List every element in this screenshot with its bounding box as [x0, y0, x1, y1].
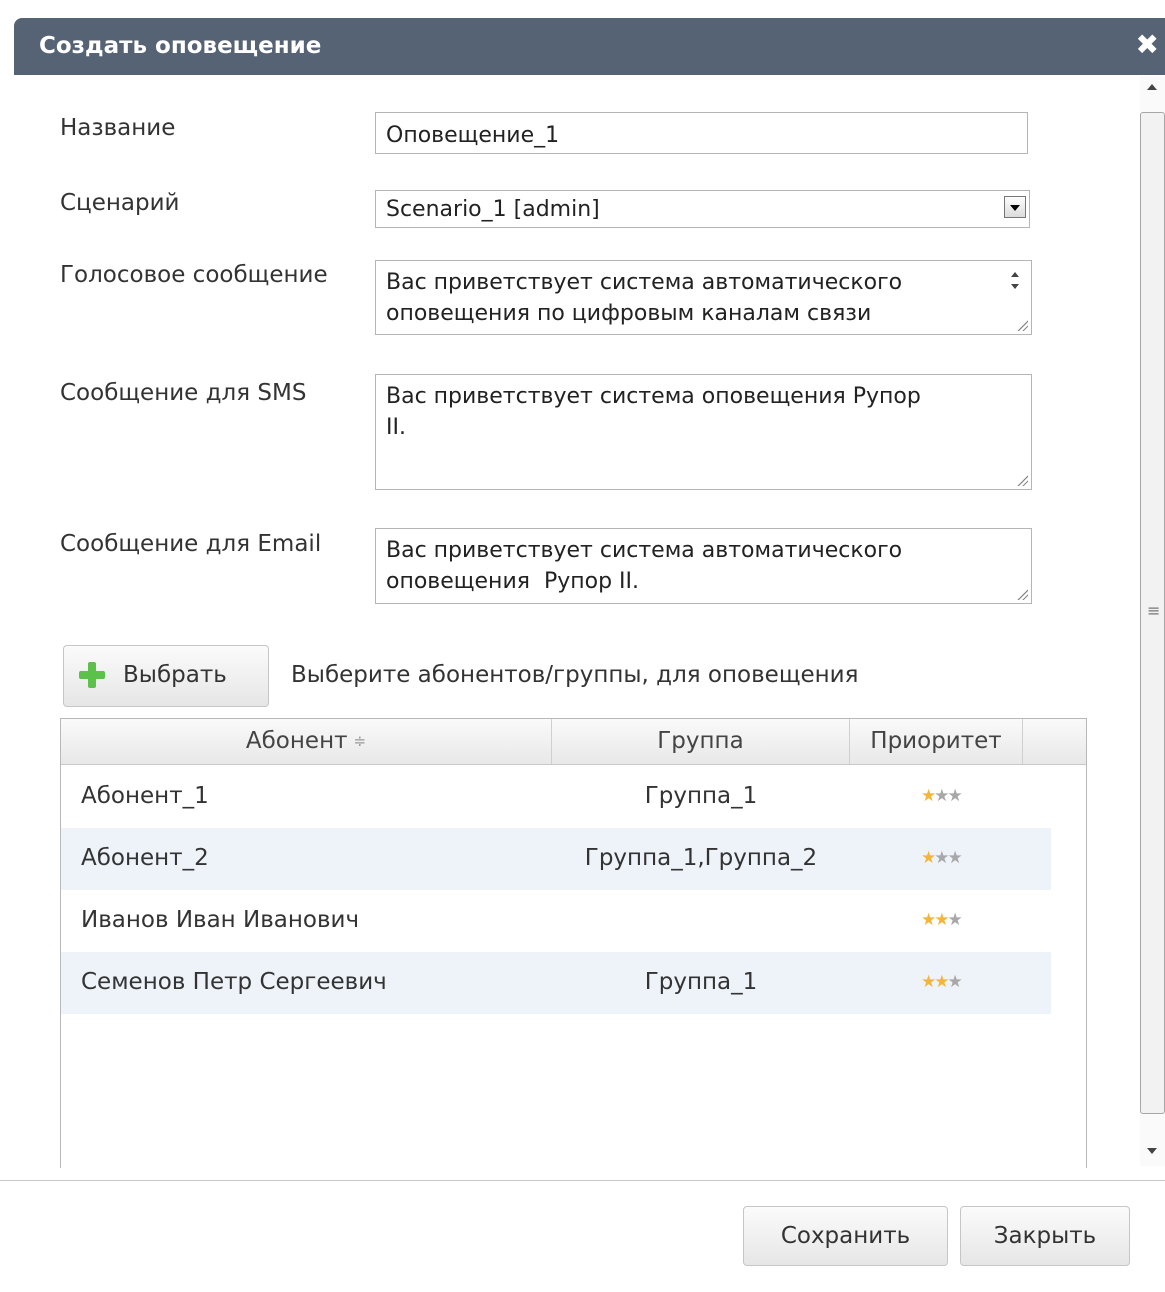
- table-row[interactable]: Абонент_2 Группа_1,Группа_2 ★★★: [61, 828, 1051, 890]
- dialog-titlebar: Создать оповещение ✖: [14, 18, 1165, 75]
- scenario-select[interactable]: Scenario_1 [admin]: [375, 190, 1030, 228]
- star-empty-icon: ★: [947, 910, 963, 930]
- vertical-scrollbar[interactable]: ≡: [1140, 76, 1165, 1166]
- star-filled-icon: ★: [921, 972, 936, 992]
- subscribers-grid: Абонент ≑ Группа Приоритет Абонент_1 Групп…: [60, 718, 1087, 1168]
- email-message-label: Сообщение для Email: [60, 531, 322, 557]
- name-input-value: Оповещение_1: [386, 123, 560, 148]
- star-filled-icon: ★: [934, 972, 949, 992]
- star-empty-icon: ★: [934, 786, 949, 806]
- group-cell: Группа_1: [644, 969, 758, 995]
- scenario-label: Сценарий: [60, 190, 180, 216]
- table-row[interactable]: Иванов Иван Иванович ★★★: [61, 890, 1051, 952]
- chevron-up-icon[interactable]: [1011, 272, 1019, 277]
- priority-stars: ★★★: [921, 972, 963, 992]
- star-filled-icon: ★: [921, 786, 936, 806]
- name-input[interactable]: Оповещение_1: [375, 112, 1028, 154]
- sort-icon[interactable]: ≑: [354, 732, 367, 750]
- star-empty-icon: ★: [947, 972, 963, 992]
- table-row[interactable]: Абонент_1 Группа_1 ★★★: [61, 766, 1051, 828]
- chevron-down-icon[interactable]: [1004, 196, 1026, 218]
- sms-message-value: Вас приветствует система оповещения Рупо…: [386, 384, 921, 440]
- select-button-label: Выбрать: [123, 662, 227, 688]
- voice-message-label: Голосовое сообщение: [60, 262, 328, 288]
- plus-icon: [79, 662, 105, 688]
- sms-message-label: Сообщение для SMS: [60, 380, 307, 406]
- subscriber-cell: Семенов Петр Сергеевич: [81, 969, 387, 995]
- scroll-grip-icon: ≡: [1147, 601, 1161, 620]
- scenario-select-value: Scenario_1 [admin]: [386, 197, 600, 222]
- email-message-value: Вас приветствует система автоматического…: [386, 538, 903, 594]
- resize-handle-icon[interactable]: [1016, 588, 1028, 600]
- footer-divider: [0, 1180, 1165, 1181]
- column-header-priority[interactable]: Приоритет: [850, 719, 1023, 764]
- voice-message-textarea[interactable]: Вас приветствует система автоматического…: [375, 260, 1032, 335]
- subscriber-cell: Абонент_1: [81, 783, 209, 809]
- voice-message-value: Вас приветствует система автоматического…: [386, 270, 903, 326]
- column-header-subscriber-label: Абонент: [245, 728, 348, 754]
- close-icon[interactable]: ✖: [1136, 28, 1159, 62]
- textarea-scroll-arrows[interactable]: [1005, 264, 1027, 296]
- priority-stars: ★★★: [921, 848, 963, 868]
- dialog-title: Создать оповещение: [39, 33, 322, 59]
- select-subscribers-button[interactable]: Выбрать: [63, 645, 269, 707]
- name-label: Название: [60, 115, 176, 141]
- star-filled-icon: ★: [921, 910, 936, 930]
- grid-header: Абонент ≑ Группа Приоритет: [61, 719, 1086, 765]
- star-filled-icon: ★: [921, 848, 936, 868]
- create-alert-dialog: Создать оповещение ✖ ≡ Название Оповещен…: [0, 0, 1165, 1292]
- scroll-up-arrow-icon[interactable]: [1147, 84, 1157, 90]
- scrollbar-thumb[interactable]: ≡: [1140, 112, 1165, 1114]
- sms-message-textarea[interactable]: Вас приветствует система оповещения Рупо…: [375, 374, 1032, 490]
- chevron-down-icon[interactable]: [1011, 284, 1019, 289]
- column-header-group[interactable]: Группа: [552, 719, 850, 764]
- group-cell: Группа_1,Группа_2: [584, 845, 818, 871]
- star-empty-icon: ★: [934, 848, 949, 868]
- star-empty-icon: ★: [947, 786, 963, 806]
- star-empty-icon: ★: [947, 848, 963, 868]
- close-button[interactable]: Закрыть: [960, 1206, 1130, 1266]
- resize-handle-icon[interactable]: [1016, 319, 1028, 331]
- subscriber-cell: Иванов Иван Иванович: [81, 907, 360, 933]
- resize-handle-icon[interactable]: [1016, 474, 1028, 486]
- save-button[interactable]: Сохранить: [743, 1206, 948, 1266]
- column-header-spacer: [1023, 719, 1086, 764]
- column-header-subscriber[interactable]: Абонент ≑: [61, 719, 552, 764]
- priority-stars: ★★★: [921, 786, 963, 806]
- scroll-down-arrow-icon[interactable]: [1147, 1148, 1157, 1154]
- select-hint-text: Выберите абонентов/группы, для оповещени…: [291, 662, 859, 688]
- priority-stars: ★★★: [921, 910, 963, 930]
- subscriber-cell: Абонент_2: [81, 845, 209, 871]
- group-cell: Группа_1: [644, 783, 758, 809]
- star-filled-icon: ★: [934, 910, 949, 930]
- email-message-textarea[interactable]: Вас приветствует система автоматического…: [375, 528, 1032, 604]
- table-row[interactable]: Семенов Петр Сергеевич Группа_1 ★★★: [61, 952, 1051, 1014]
